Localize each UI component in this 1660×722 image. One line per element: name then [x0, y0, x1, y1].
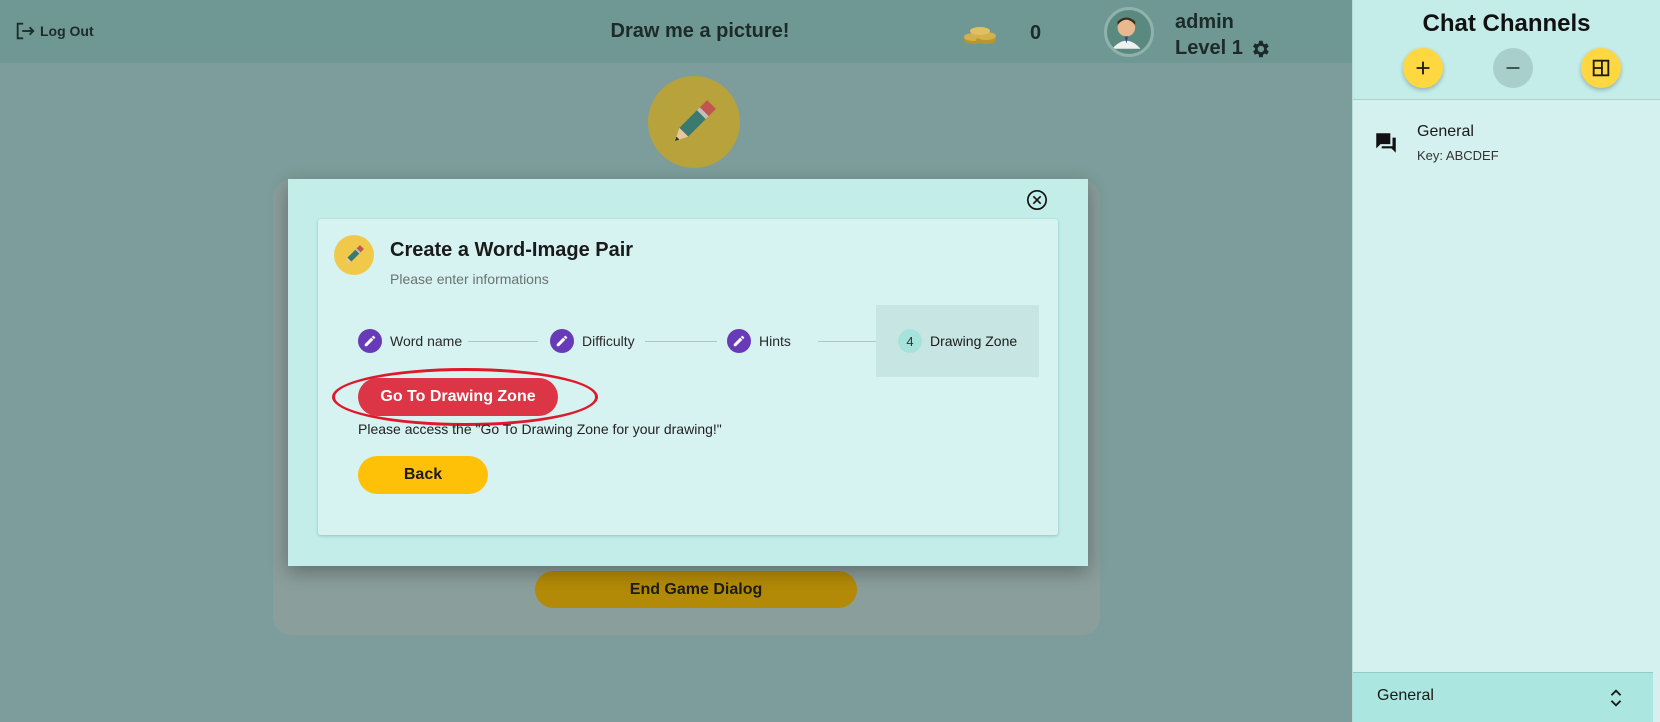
back-button[interactable]: Back	[358, 456, 488, 494]
coins-icon	[964, 27, 996, 44]
layout-icon	[1592, 59, 1610, 77]
step-number: 4	[898, 329, 922, 353]
go-to-drawing-zone-button[interactable]: Go To Drawing Zone	[358, 378, 558, 416]
remove-channel-button[interactable]	[1493, 48, 1533, 88]
chat-header: Chat Channels	[1353, 0, 1660, 100]
plus-icon	[1416, 61, 1430, 75]
create-pair-dialog: Create a Word-Image Pair Please enter in…	[288, 179, 1088, 566]
gear-icon[interactable]	[1249, 38, 1271, 60]
logout-icon	[16, 22, 35, 40]
stepper: Word name Difficulty Hints 4 Drawing Zon…	[318, 305, 1058, 377]
dialog-subtitle: Please enter informations	[390, 271, 549, 287]
minus-icon	[1506, 67, 1520, 69]
channel-name: General	[1417, 123, 1474, 140]
step-drawing-zone[interactable]: 4 Drawing Zone	[876, 305, 1040, 377]
step-done-marker	[550, 329, 574, 353]
pencil-icon	[675, 100, 716, 141]
level-label: Level 1	[1175, 37, 1243, 59]
edit-pencil-icon	[364, 335, 376, 347]
step-connector	[645, 341, 717, 342]
step-label: Word name	[390, 333, 463, 349]
step-hints[interactable]: Hints	[727, 305, 791, 377]
step-label: Difficulty	[582, 333, 635, 349]
step-done-marker	[358, 329, 382, 353]
chat-title: Chat Channels	[1422, 10, 1591, 37]
pencil-icon	[345, 245, 364, 264]
add-channel-button[interactable]	[1403, 48, 1443, 88]
coin-count: 0	[1030, 22, 1042, 44]
step-label: Hints	[759, 333, 791, 349]
level-row: Level 1	[1175, 37, 1271, 60]
edit-pencil-icon	[733, 335, 745, 347]
edit-pencil-icon	[556, 335, 568, 347]
instruction-text: Please access the "Go To Drawing Zone fo…	[358, 421, 722, 437]
pencil-badge	[648, 76, 740, 168]
avatar[interactable]	[1104, 7, 1154, 57]
end-game-dialog-button[interactable]: End Game Dialog	[535, 571, 857, 608]
logout-button[interactable]: Log Out	[14, 20, 94, 42]
step-done-marker	[727, 329, 751, 353]
top-bar: Log Out Draw me a picture! 0 admin Level…	[0, 0, 1352, 63]
channel-item-general[interactable]: General Key: ABCDEF	[1353, 118, 1660, 174]
page-title: Draw me a picture!	[610, 20, 790, 42]
channel-key: Key: ABCDEF	[1417, 148, 1499, 163]
chat-bubbles-icon	[1376, 133, 1396, 153]
stepper-card: Create a Word-Image Pair Please enter in…	[318, 219, 1058, 535]
close-icon[interactable]	[1026, 189, 1048, 211]
user-avatar-icon	[1112, 17, 1141, 49]
chevron-up-down-icon	[1610, 689, 1622, 707]
step-word-name[interactable]: Word name	[358, 305, 462, 377]
step-difficulty[interactable]: Difficulty	[550, 305, 635, 377]
step-label: Drawing Zone	[930, 333, 1018, 349]
username: admin	[1175, 11, 1234, 33]
card-avatar	[334, 235, 374, 275]
dialog-title: Create a Word-Image Pair	[390, 239, 634, 261]
step-connector	[468, 341, 538, 342]
chat-sidebar: Chat Channels General Key: ABCDEF Genera…	[1352, 0, 1660, 722]
channel-select[interactable]: General	[1353, 672, 1653, 722]
selected-channel: General	[1377, 687, 1434, 704]
logout-label: Log Out	[40, 23, 94, 39]
layout-toggle-button[interactable]	[1581, 48, 1621, 88]
